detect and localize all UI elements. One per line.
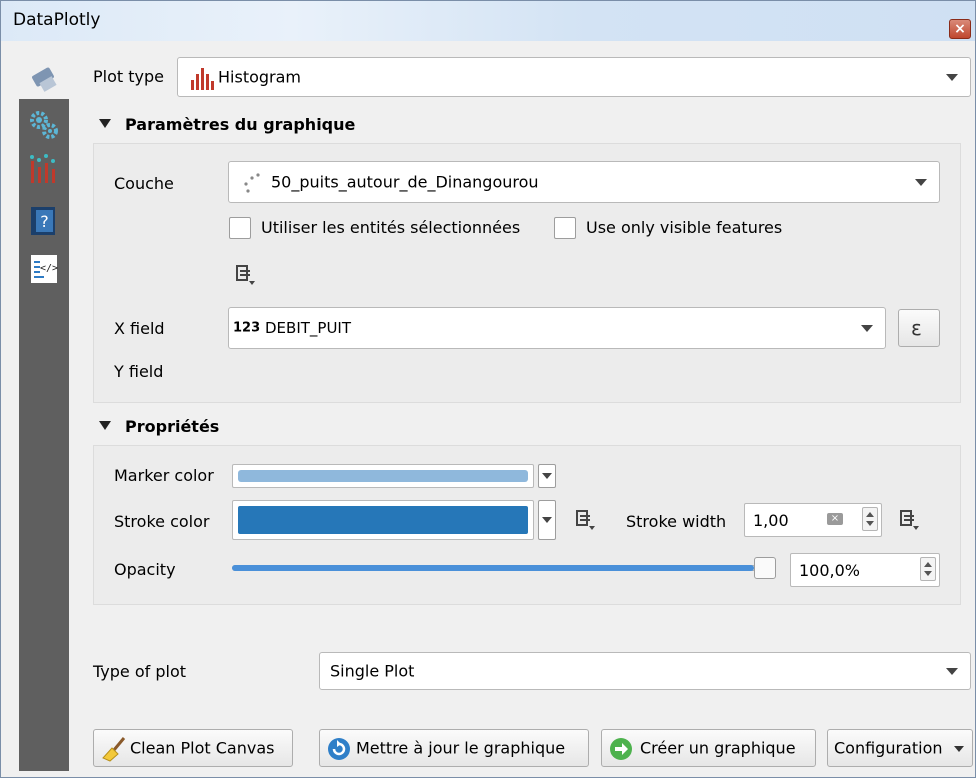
settings-gears-icon[interactable] bbox=[28, 109, 60, 141]
spin-arrows[interactable] bbox=[862, 507, 878, 531]
layer-value: 50_puits_autour_de_Dinangourou bbox=[271, 172, 539, 192]
y-field-label: Y field bbox=[114, 362, 164, 381]
clean-plot-canvas-button[interactable]: Clean Plot Canvas bbox=[93, 729, 293, 767]
plot-chart-icon[interactable] bbox=[28, 153, 60, 185]
opacity-slider-handle[interactable] bbox=[754, 557, 776, 579]
opacity-slider[interactable] bbox=[232, 557, 776, 579]
layer-label: Couche bbox=[114, 174, 174, 193]
graph-params-group: Couche 50_puits_autour_de_Dinangourou Ut… bbox=[93, 143, 961, 403]
expression-button[interactable]: ε bbox=[898, 309, 940, 347]
expression-icon: ε bbox=[911, 316, 922, 340]
chevron-down-icon bbox=[946, 74, 958, 81]
point-layer-icon bbox=[241, 172, 263, 198]
brush-icon[interactable] bbox=[19, 59, 69, 99]
numeric-field-badge: 123 bbox=[233, 320, 261, 336]
create-plot-button[interactable]: Créer un graphique bbox=[601, 729, 816, 767]
refresh-icon bbox=[326, 736, 352, 766]
help-icon[interactable]: ? bbox=[28, 205, 60, 237]
x-field-combo[interactable]: 123 DEBIT_PUIT bbox=[228, 307, 886, 349]
spin-arrows[interactable] bbox=[920, 557, 936, 581]
use-selected-label: Utiliser les entités sélectionnées bbox=[261, 218, 521, 237]
title-bar: DataPlotly × bbox=[1, 1, 975, 41]
chevron-down-icon bbox=[915, 179, 927, 186]
opacity-value: 100,0% bbox=[799, 561, 861, 580]
chevron-down-icon bbox=[946, 668, 958, 675]
type-of-plot-value: Single Plot bbox=[330, 661, 415, 681]
histogram-icon bbox=[190, 66, 214, 94]
stroke-width-label: Stroke width bbox=[626, 512, 727, 531]
opacity-spinbox[interactable]: 100,0% bbox=[790, 553, 940, 587]
type-of-plot-label: Type of plot bbox=[93, 662, 187, 681]
data-defined-override-icon[interactable] bbox=[574, 509, 598, 531]
broom-icon bbox=[102, 736, 128, 766]
stroke-color-dropdown[interactable] bbox=[538, 500, 556, 540]
collapse-triangle-icon bbox=[99, 421, 111, 430]
dataplotly-window: DataPlotly × ? </> Plot type Histogram P… bbox=[0, 0, 976, 778]
chevron-down-icon bbox=[954, 746, 964, 752]
data-defined-override-icon[interactable] bbox=[898, 509, 922, 531]
properties-group: Marker color Stroke color Stroke width 1… bbox=[93, 445, 961, 605]
clear-value-icon[interactable]: × bbox=[827, 513, 843, 525]
update-plot-button[interactable]: Mettre à jour le graphique bbox=[319, 729, 589, 767]
stroke-width-spinbox[interactable]: 1,00 × bbox=[744, 503, 882, 537]
svg-text:</>: </> bbox=[40, 263, 58, 274]
stroke-color-swatch bbox=[238, 506, 528, 534]
type-of-plot-combo[interactable]: Single Plot bbox=[319, 652, 971, 690]
marker-color-swatch bbox=[238, 470, 528, 482]
sidebar: ? </> bbox=[19, 99, 69, 771]
layer-combo[interactable]: 50_puits_autour_de_Dinangourou bbox=[228, 161, 940, 203]
use-selected-checkbox[interactable] bbox=[229, 217, 251, 239]
code-icon[interactable]: </> bbox=[28, 253, 60, 285]
graph-params-header[interactable]: Paramètres du graphique bbox=[99, 115, 355, 134]
properties-header[interactable]: Propriétés bbox=[99, 417, 219, 436]
x-field-label: X field bbox=[114, 319, 165, 338]
chevron-down-icon bbox=[861, 325, 873, 332]
x-field-value: DEBIT_PUIT bbox=[265, 319, 352, 337]
plot-type-label: Plot type bbox=[93, 67, 164, 86]
stroke-color-label: Stroke color bbox=[114, 512, 210, 531]
data-defined-override-icon[interactable] bbox=[234, 264, 258, 286]
stroke-color-button[interactable] bbox=[232, 500, 534, 540]
marker-color-button[interactable] bbox=[232, 464, 534, 488]
use-visible-label: Use only visible features bbox=[586, 218, 783, 237]
collapse-triangle-icon bbox=[99, 119, 111, 128]
stroke-width-value: 1,00 bbox=[753, 511, 789, 530]
arrow-right-icon bbox=[608, 736, 634, 766]
marker-color-dropdown[interactable] bbox=[538, 464, 556, 488]
configuration-button[interactable]: Configuration bbox=[827, 729, 973, 767]
plot-type-value: Histogram bbox=[218, 67, 301, 87]
use-visible-checkbox[interactable] bbox=[554, 217, 576, 239]
close-button[interactable]: × bbox=[949, 19, 971, 39]
plot-type-combo[interactable]: Histogram bbox=[177, 57, 971, 97]
window-title: DataPlotly bbox=[13, 10, 101, 30]
svg-text:?: ? bbox=[40, 212, 49, 231]
opacity-slider-fill bbox=[232, 565, 754, 571]
opacity-label: Opacity bbox=[114, 560, 176, 579]
marker-color-label: Marker color bbox=[114, 466, 214, 485]
